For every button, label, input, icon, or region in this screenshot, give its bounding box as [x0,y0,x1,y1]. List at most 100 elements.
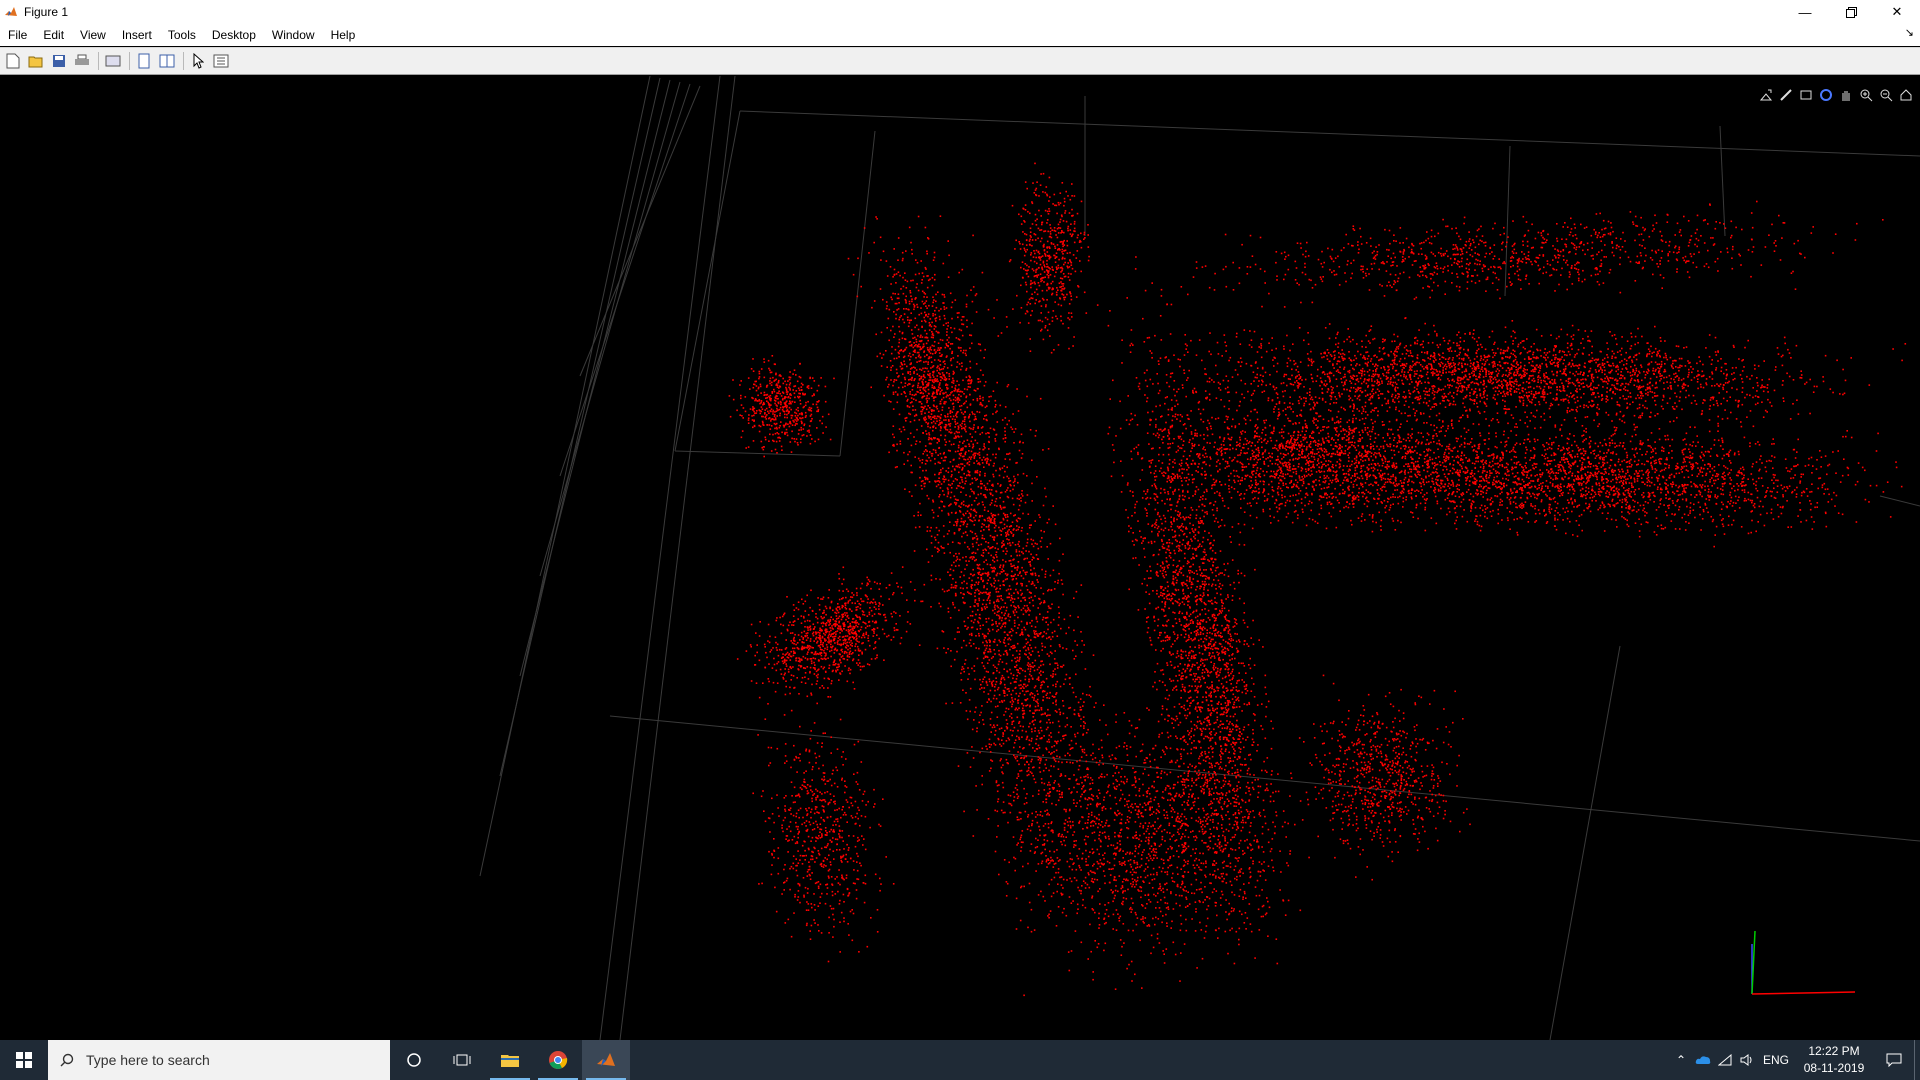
cloud-point [1096,946,1099,949]
cloud-point [1189,705,1191,707]
cloud-point [1079,698,1082,700]
hide-plot-tools-icon[interactable] [135,52,153,70]
cloud-point [1179,516,1182,519]
cloud-point [1166,620,1168,623]
cloud-point [1163,593,1166,595]
cloud-point [914,526,917,529]
cloud-point [1222,785,1225,787]
dock-arrow-icon[interactable]: ↘ [1905,26,1914,39]
cloud-point [1016,797,1019,799]
cloud-point [957,627,959,629]
cloud-point [1031,824,1033,827]
minimize-icon[interactable]: — [1782,0,1828,24]
menu-edit[interactable]: Edit [35,28,72,42]
cloud-point [1090,695,1092,698]
cloud-point [963,423,966,426]
cloud-point [1270,747,1273,750]
cloud-point [1190,696,1192,699]
cloud-point [986,593,989,595]
cloud-point [1026,793,1028,795]
cloud-point [942,459,945,462]
cloud-point [927,415,930,417]
cloud-point [1175,505,1178,507]
cloud-point [1009,638,1012,641]
menu-desktop[interactable]: Desktop [204,28,264,42]
menu-view[interactable]: View [72,28,114,42]
cloud-point [1012,601,1014,603]
cloud-point [967,382,970,385]
menu-window[interactable]: Window [264,28,323,42]
cloud-point [1261,728,1264,731]
cloud-point [1182,588,1184,591]
cloud-point [1284,914,1287,916]
cloud-point [1010,597,1013,599]
open-file-icon[interactable] [27,52,45,70]
edit-plot-icon[interactable] [189,52,207,70]
menu-tools[interactable]: Tools [160,28,204,42]
cloud-point [1151,484,1153,487]
cloud-point [1227,562,1229,565]
cloud-point [1161,499,1163,502]
cloud-point [1164,502,1166,505]
cloud-point [979,482,982,485]
cloud-point [1011,428,1014,430]
cloud-point [985,647,988,650]
cloud-point [1046,740,1049,743]
point-cloud-axes[interactable] [0,76,1920,1040]
cloud-point [1190,638,1192,640]
menu-insert[interactable]: Insert [114,28,160,42]
cloud-point [1182,444,1184,446]
link-plot-icon[interactable] [104,52,122,70]
cloud-point [1053,751,1055,753]
cloud-point [1077,908,1079,910]
cloud-point [1046,637,1048,640]
cloud-point [1172,578,1175,580]
cloud-point [896,449,898,452]
cloud-point [1245,785,1248,788]
cloud-point [971,482,974,484]
cloud-point [996,630,998,633]
cloud-point [1045,767,1047,769]
cloud-point [1002,580,1004,583]
print-icon[interactable] [73,52,91,70]
cloud-point [1026,623,1028,625]
cloud-point [1206,719,1209,722]
cloud-point [1024,653,1026,655]
cloud-point [1015,661,1017,663]
cloud-point [1015,583,1018,585]
cloud-point [992,672,995,675]
property-inspector-icon[interactable] [212,52,230,70]
cloud-point [1000,745,1003,747]
menu-file[interactable]: File [0,28,35,42]
cloud-point [1181,706,1183,708]
cloud-point [1180,480,1183,482]
save-icon[interactable] [50,52,68,70]
close-icon[interactable]: ✕ [1874,0,1920,24]
cloud-point [1060,665,1062,668]
cloud-point [956,558,959,560]
cloud-point [1073,877,1076,879]
cloud-point [987,671,989,673]
cloud-point [1208,654,1210,657]
cloud-point [1212,774,1214,776]
cloud-point [930,356,933,359]
cloud-point [988,400,990,403]
show-plot-tools-icon[interactable] [158,52,176,70]
cloud-point [936,407,939,410]
cloud-point [1019,650,1021,652]
cloud-point [1046,692,1049,695]
cloud-point [1222,639,1225,641]
restore-icon[interactable] [1828,0,1874,24]
menu-help[interactable]: Help [323,28,364,42]
point-cloud-canvas[interactable] [0,76,1920,1040]
new-figure-icon[interactable] [4,52,22,70]
cloud-point [1250,875,1252,878]
cloud-point [1248,754,1250,756]
cloud-point [995,574,998,577]
cloud-point [1159,565,1162,567]
cloud-point [1224,697,1227,699]
cloud-point [1132,344,1134,346]
cloud-point [1270,848,1273,850]
cloud-point [1074,735,1077,738]
cloud-point [972,413,974,415]
